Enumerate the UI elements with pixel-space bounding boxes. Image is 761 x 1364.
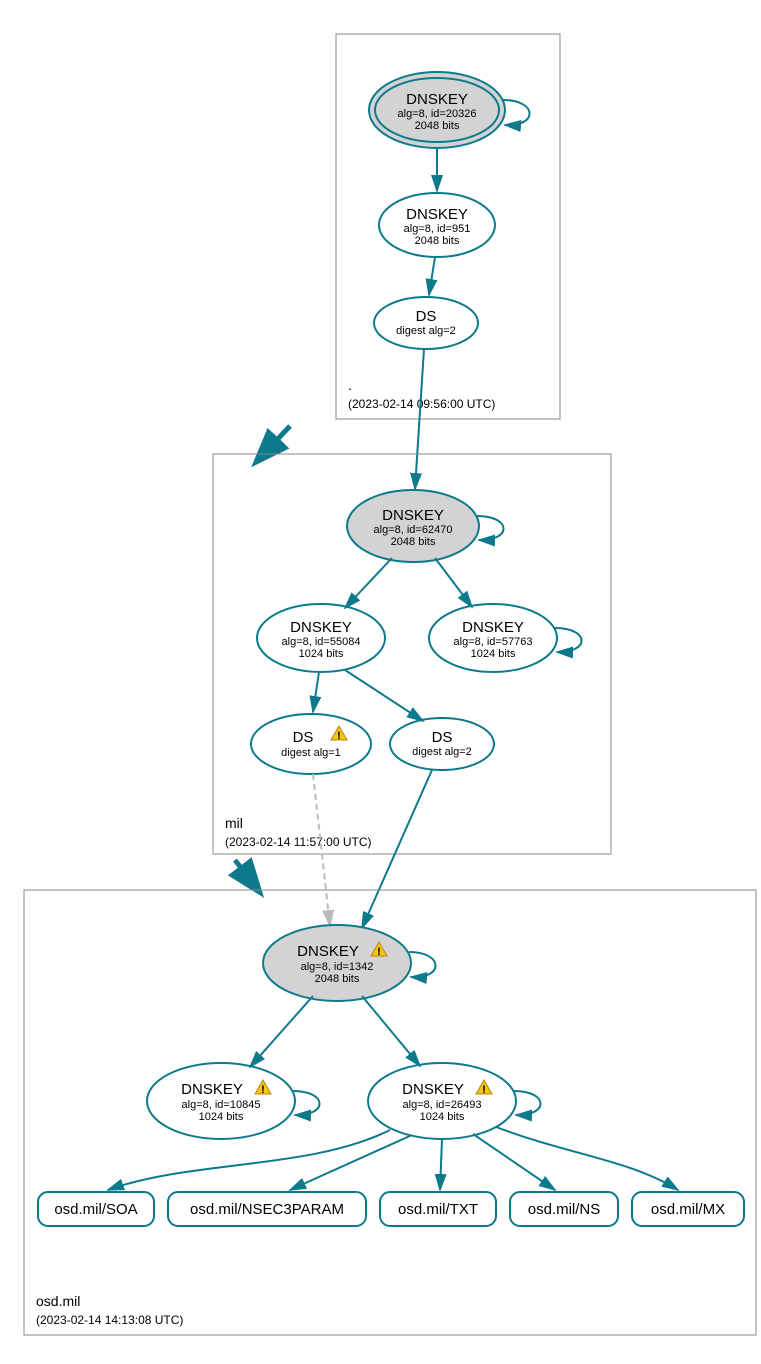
edge-delegation-root-mil <box>258 426 290 460</box>
svg-text:osd.mil/MX: osd.mil/MX <box>651 1201 725 1218</box>
svg-text:osd.mil/NSEC3PARAM: osd.mil/NSEC3PARAM <box>190 1201 344 1218</box>
svg-text:!: ! <box>337 730 341 742</box>
svg-text:1024 bits: 1024 bits <box>471 648 516 660</box>
svg-text:DNSKEY: DNSKEY <box>297 943 359 960</box>
svg-text:!: ! <box>261 1084 265 1096</box>
svg-text:DS: DS <box>293 729 314 746</box>
svg-text:osd.mil/SOA: osd.mil/SOA <box>54 1201 137 1218</box>
svg-text:digest alg=2: digest alg=2 <box>412 746 472 758</box>
svg-text:DS: DS <box>432 729 453 746</box>
edge-ds1-osd-ksk <box>313 774 330 926</box>
svg-text:alg=8, id=10845: alg=8, id=10845 <box>182 1099 261 1111</box>
node-root-zsk: DNSKEY alg=8, id=951 2048 bits <box>379 193 495 257</box>
edge-mil-zsk1-ds2 <box>345 670 423 721</box>
edge-mil-ksk-zsk2 <box>435 558 472 607</box>
svg-text:digest alg=1: digest alg=1 <box>281 747 341 759</box>
svg-text:digest alg=2: digest alg=2 <box>396 325 456 337</box>
edge-osd-zsk2-self <box>514 1091 541 1115</box>
zone-root-label: . <box>348 377 352 393</box>
svg-text:alg=8, id=57763: alg=8, id=57763 <box>454 636 533 648</box>
zone-mil-label: mil <box>225 815 243 831</box>
svg-text:1024 bits: 1024 bits <box>299 648 344 660</box>
edge-root-zsk-ds <box>429 257 435 295</box>
rr-nsec3param: osd.mil/NSEC3PARAM <box>168 1192 366 1226</box>
node-mil-zsk2: DNSKEY alg=8, id=57763 1024 bits <box>429 604 557 672</box>
zone-osd-timestamp: (2023-02-14 14:13:08 UTC) <box>36 1313 183 1327</box>
zone-osd-label: osd.mil <box>36 1293 80 1309</box>
svg-text:!: ! <box>482 1084 486 1096</box>
node-root-ds: DS digest alg=2 <box>374 297 478 349</box>
svg-text:DNSKEY: DNSKEY <box>290 619 352 636</box>
node-mil-ds1: DS digest alg=1 ! <box>251 714 371 774</box>
svg-text:DNSKEY: DNSKEY <box>382 507 444 524</box>
dnssec-chain-diagram: . (2023-02-14 09:56:00 UTC) DNSKEY alg=8… <box>10 10 761 1354</box>
edge-zsk2-txt <box>440 1139 442 1190</box>
svg-text:alg=8, id=26493: alg=8, id=26493 <box>403 1099 482 1111</box>
svg-text:!: ! <box>377 946 381 958</box>
svg-text:alg=8, id=55084: alg=8, id=55084 <box>282 636 361 648</box>
svg-text:alg=8, id=1342: alg=8, id=1342 <box>301 961 374 973</box>
node-root-ksk: DNSKEY alg=8, id=20326 2048 bits <box>369 72 505 148</box>
node-mil-zsk1: DNSKEY alg=8, id=55084 1024 bits <box>257 604 385 672</box>
rr-mx: osd.mil/MX <box>632 1192 744 1226</box>
edge-mil-ksk-self <box>477 516 504 540</box>
rr-txt: osd.mil/TXT <box>380 1192 496 1226</box>
svg-text:DS: DS <box>416 308 437 325</box>
edge-mil-zsk2-self <box>555 628 582 652</box>
svg-text:osd.mil/NS: osd.mil/NS <box>528 1201 601 1218</box>
node-osd-zsk1: DNSKEY alg=8, id=10845 1024 bits ! <box>147 1063 295 1139</box>
node-mil-ksk: DNSKEY alg=8, id=62470 2048 bits <box>347 490 479 562</box>
svg-text:2048 bits: 2048 bits <box>415 120 460 132</box>
svg-text:DNSKEY: DNSKEY <box>462 619 524 636</box>
svg-text:DNSKEY: DNSKEY <box>406 91 468 108</box>
zone-root: . (2023-02-14 09:56:00 UTC) DNSKEY alg=8… <box>336 34 560 419</box>
svg-text:alg=8, id=62470: alg=8, id=62470 <box>374 524 453 536</box>
edge-mil-zsk1-ds1 <box>313 672 319 712</box>
svg-text:osd.mil/TXT: osd.mil/TXT <box>398 1201 478 1218</box>
edge-ds2-osd-ksk <box>362 770 432 928</box>
edge-mil-ksk-zsk1 <box>345 558 392 608</box>
svg-text:2048 bits: 2048 bits <box>315 973 360 985</box>
svg-text:alg=8, id=951: alg=8, id=951 <box>404 223 471 235</box>
edge-osd-ksk-zsk2 <box>362 996 420 1066</box>
edge-delegation-mil-osd <box>235 860 258 890</box>
edge-osd-ksk-self <box>409 952 436 977</box>
edge-zsk2-soa <box>108 1130 390 1190</box>
node-osd-ksk: DNSKEY alg=8, id=1342 2048 bits ! <box>263 925 411 1001</box>
svg-text:2048 bits: 2048 bits <box>391 536 436 548</box>
edge-zsk2-mx <box>496 1127 678 1190</box>
edge-osd-ksk-zsk1 <box>250 996 313 1067</box>
svg-text:alg=8, id=20326: alg=8, id=20326 <box>398 108 477 120</box>
node-osd-zsk2: DNSKEY alg=8, id=26493 1024 bits ! <box>368 1063 516 1139</box>
rr-soa: osd.mil/SOA <box>38 1192 154 1226</box>
edge-osd-zsk1-self <box>293 1091 320 1115</box>
svg-text:DNSKEY: DNSKEY <box>181 1081 243 1098</box>
zone-mil: mil (2023-02-14 11:57:00 UTC) DNSKEY alg… <box>213 454 611 854</box>
edge-zsk2-nsec3 <box>290 1135 412 1190</box>
rr-ns: osd.mil/NS <box>510 1192 618 1226</box>
zone-osd: osd.mil (2023-02-14 14:13:08 UTC) DNSKEY… <box>24 890 756 1335</box>
zone-mil-timestamp: (2023-02-14 11:57:00 UTC) <box>225 835 372 849</box>
node-mil-ds2: DS digest alg=2 <box>390 718 494 770</box>
svg-text:DNSKEY: DNSKEY <box>406 206 468 223</box>
svg-text:1024 bits: 1024 bits <box>199 1111 244 1123</box>
svg-text:DNSKEY: DNSKEY <box>402 1081 464 1098</box>
svg-text:1024 bits: 1024 bits <box>420 1111 465 1123</box>
svg-text:2048 bits: 2048 bits <box>415 235 460 247</box>
edge-root-ksk-self <box>503 100 530 125</box>
